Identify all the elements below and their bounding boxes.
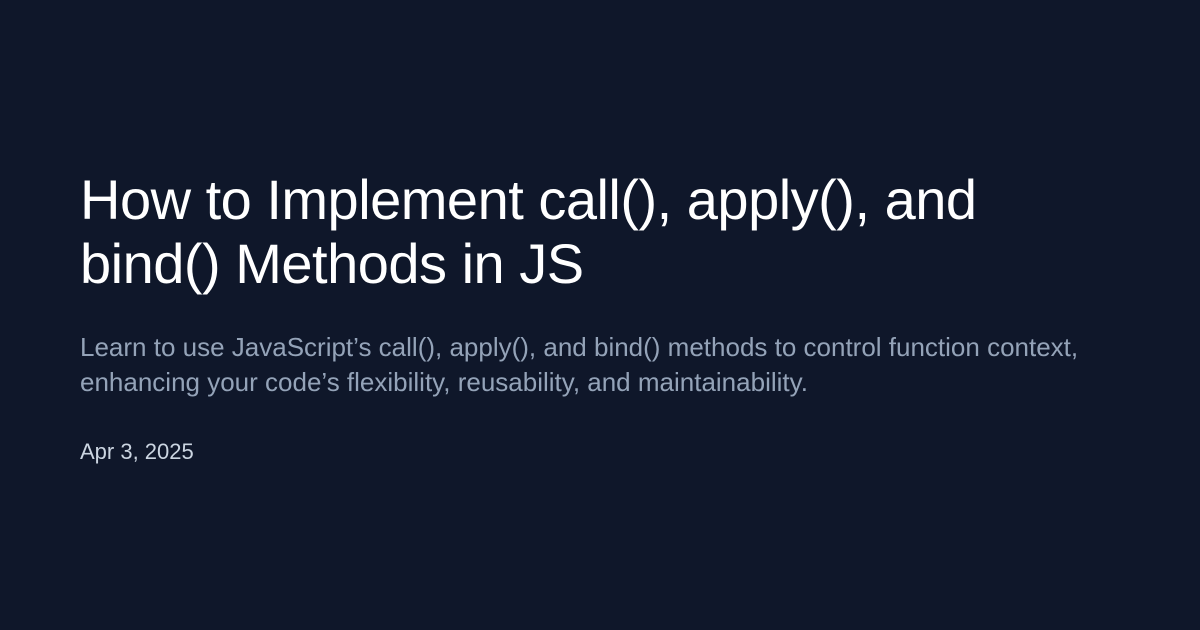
article-title: How to Implement call(), apply(), and bi… — [80, 168, 977, 295]
article-description: Learn to use JavaScript’s call(), apply(… — [80, 332, 1079, 397]
article-card: How to Implement call(), apply(), and bi… — [0, 0, 1200, 630]
article-date: Apr 3, 2025 — [80, 439, 194, 464]
